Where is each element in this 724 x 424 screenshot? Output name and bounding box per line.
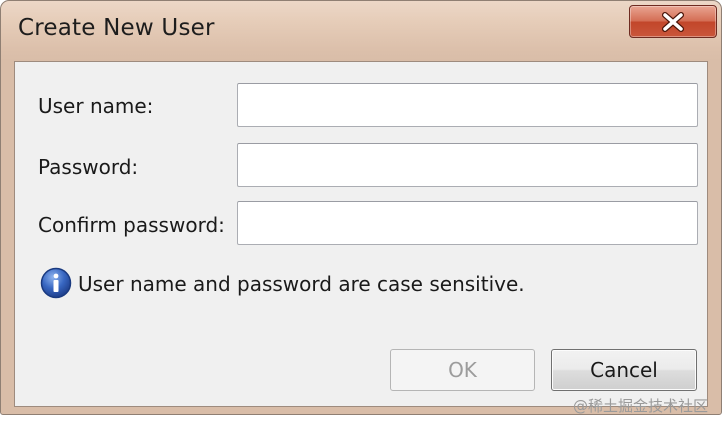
username-label: User name: [38,94,154,118]
password-input[interactable] [237,143,698,187]
info-icon [40,267,72,299]
dialog-client-area: User name: Password: Confirm password: U… [14,61,708,407]
info-message: User name and password are case sensitiv… [78,272,525,296]
confirm-password-label: Confirm password: [38,213,225,237]
password-label: Password: [38,155,139,179]
username-input[interactable] [237,83,698,127]
watermark: @稀土掘金技术社区 [573,397,709,415]
create-user-dialog: Create New User User name: Password: Con… [0,0,722,415]
confirm-password-input[interactable] [237,201,698,245]
close-icon [662,11,684,32]
window-title: Create New User [18,15,215,41]
close-button[interactable] [629,5,717,38]
cancel-button[interactable]: Cancel [551,349,697,391]
ok-button[interactable]: OK [390,349,535,391]
